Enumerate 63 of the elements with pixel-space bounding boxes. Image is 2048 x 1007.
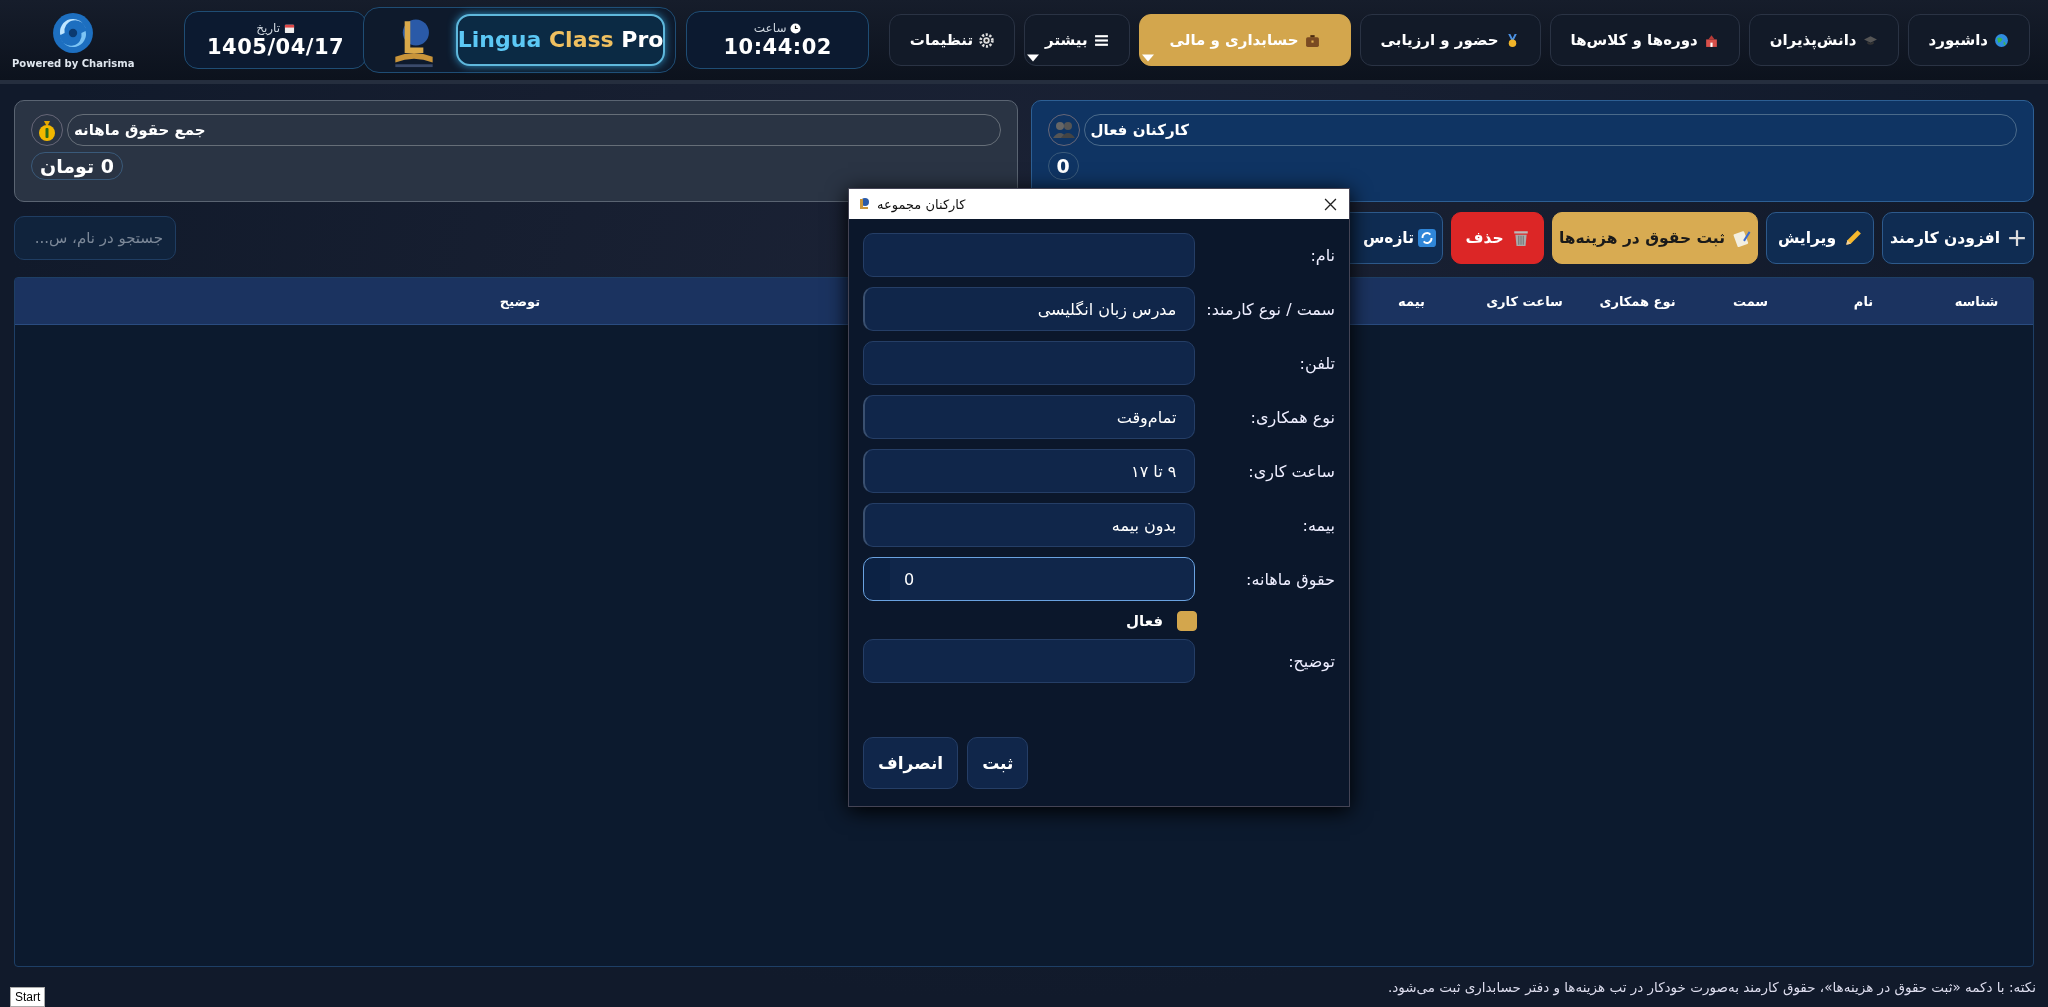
app-logo-icon	[857, 197, 871, 211]
input-field[interactable]: ۹ تا ۱۷	[863, 449, 1196, 493]
time-value: 10:44:02	[723, 35, 832, 59]
clock-icon	[790, 22, 802, 34]
swirl-logo-icon	[52, 11, 95, 54]
column-header[interactable]: نام	[1853, 293, 1874, 309]
nav-tab[interactable]: دانش‌پذیران	[1748, 14, 1899, 66]
time-label: ساعت	[753, 21, 787, 35]
nav-tab[interactable]: بیشتر	[1024, 14, 1130, 66]
edit-button[interactable]: ویرایش	[1766, 212, 1874, 264]
nav-tab[interactable]: داشبورد	[1907, 14, 2030, 66]
input-field[interactable]: تمام‌وقت	[863, 395, 1196, 439]
search-field[interactable]: جستجو در نام، س...	[14, 216, 176, 260]
field-label: سمت / نوع کارمند:	[1205, 299, 1336, 319]
calendar-icon	[284, 22, 296, 34]
field-label: نوع همکاری:	[1249, 407, 1336, 427]
app-name: Lingua Class Pro	[455, 14, 666, 66]
column-header[interactable]: سمت	[1732, 293, 1769, 309]
globe-icon	[1994, 32, 2009, 48]
memo-icon	[1733, 229, 1751, 247]
column-header[interactable]: توضیح	[499, 293, 541, 309]
school-icon	[1703, 32, 1719, 48]
caret-icon	[1141, 54, 1154, 62]
column-header[interactable]: نوع همکاری	[1599, 293, 1676, 309]
input-field[interactable]	[863, 639, 1196, 683]
column-header[interactable]: ساعت کاری	[1486, 293, 1563, 309]
trash-icon	[1511, 229, 1530, 247]
salary-field[interactable]: 0	[863, 557, 1196, 601]
record-salary-button[interactable]: ثبت حقوق در هزینه‌ها	[1552, 212, 1758, 264]
nav-tab[interactable]: حضور و ارزیابی	[1359, 14, 1541, 66]
cancel-button[interactable]: انصراف	[863, 737, 959, 789]
nav-tab[interactable]: تنظیمات	[888, 14, 1016, 66]
field-label: ساعت کاری:	[1247, 461, 1336, 481]
plus-icon	[2008, 229, 2026, 247]
checkbox-label: فعال	[1126, 612, 1163, 630]
refresh-icon	[1418, 229, 1436, 247]
input-field[interactable]	[863, 341, 1196, 385]
save-button[interactable]: ثبت	[967, 737, 1029, 789]
date-label: تاریخ	[256, 21, 281, 35]
menu-icon	[1093, 32, 1109, 48]
nav-tab[interactable]: دوره‌ها و کلاس‌ها	[1549, 14, 1740, 66]
column-header[interactable]: شناسه	[1954, 293, 1999, 309]
powered-by-text: Powered by Charisma	[12, 57, 135, 69]
add-button[interactable]: افزودن کارمند	[1882, 212, 2034, 264]
field-label: تلفن:	[1298, 353, 1336, 373]
input-field[interactable]	[863, 233, 1196, 277]
caret-icon	[1027, 54, 1040, 62]
delete-button[interactable]: حذف	[1451, 212, 1544, 264]
field-label: بیمه:	[1301, 515, 1336, 535]
date-value: 1405/04/17	[207, 35, 345, 59]
field-label: حقوق ماهانه:	[1245, 569, 1336, 589]
settings-icon	[979, 32, 995, 48]
column-header[interactable]: بیمه	[1398, 293, 1425, 309]
dialog-title: کارکنان مجموعه	[877, 196, 966, 212]
close-icon	[1323, 197, 1337, 211]
input-field[interactable]: مدرس زبان انگلیسی	[863, 287, 1196, 331]
pencil-icon	[1844, 229, 1863, 247]
input-field[interactable]: بدون بیمه	[863, 503, 1196, 547]
note-text: نکته: با دکمه «ثبت حقوق در هزینه‌ها»، حقوق کارمند به‌صورت خودکار در تب هزینه‌ها و دفتر حسابداری ثبت می‌شود.	[1387, 979, 2036, 995]
active-checkbox[interactable]	[1177, 611, 1197, 631]
field-label: توضیح:	[1287, 651, 1336, 671]
briefcase-icon	[1304, 32, 1320, 48]
start-button[interactable]: Start	[10, 987, 46, 1007]
